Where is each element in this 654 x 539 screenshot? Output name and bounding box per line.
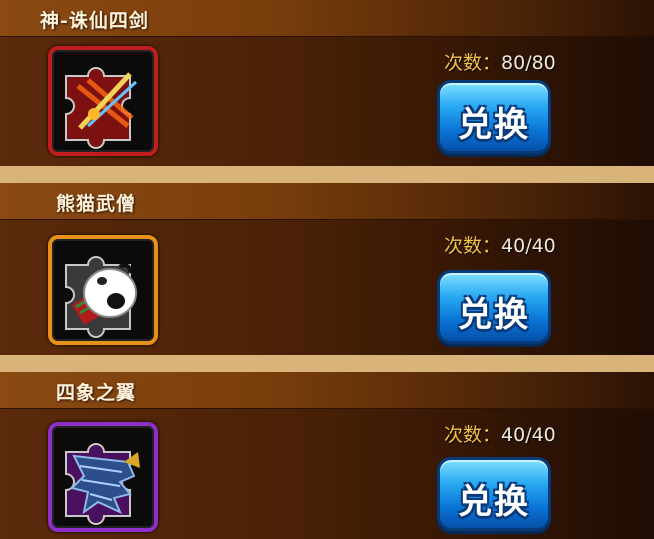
item-icon-frame[interactable] [48, 422, 158, 532]
item-header: 熊猫武僧 [0, 183, 654, 220]
exchange-button-label: 兑换 [458, 295, 530, 335]
count-value: 40/40 [501, 424, 556, 446]
item-header: 四象之翼 [0, 372, 654, 409]
wing-puzzle-icon [65, 443, 140, 525]
item-title: 四象之翼 [56, 382, 137, 404]
exchange-button-label: 兑换 [458, 105, 530, 145]
exchange-item: 神-诛仙四剑 次数：80/80 兑换 [0, 0, 654, 166]
exchange-item: 熊猫武僧 次数：40/40 兑换 [0, 183, 654, 355]
exchange-button[interactable]: 兑换 [437, 270, 551, 344]
exchange-button[interactable]: 兑换 [437, 457, 551, 531]
count-text: 次数：80/80 [444, 48, 556, 75]
count-value: 80/80 [501, 52, 556, 74]
panda-puzzle-icon [65, 256, 137, 338]
count-label: 次数： [444, 235, 502, 257]
exchange-button[interactable]: 兑换 [437, 80, 551, 154]
count-label: 次数： [444, 424, 502, 446]
item-icon-frame[interactable] [48, 235, 158, 345]
item-icon-frame[interactable] [48, 46, 158, 156]
sword-puzzle-icon [65, 67, 138, 149]
count-value: 40/40 [501, 235, 556, 257]
count-label: 次数： [444, 52, 502, 74]
exchange-button-label: 兑换 [458, 482, 530, 522]
item-header: 神-诛仙四剑 [0, 0, 654, 37]
item-title: 神-诛仙四剑 [40, 10, 149, 32]
count-text: 次数：40/40 [444, 231, 556, 258]
item-title: 熊猫武僧 [56, 193, 137, 215]
count-text: 次数：40/40 [444, 420, 556, 447]
exchange-item: 四象之翼 次数：40/40 兑换 [0, 372, 654, 539]
